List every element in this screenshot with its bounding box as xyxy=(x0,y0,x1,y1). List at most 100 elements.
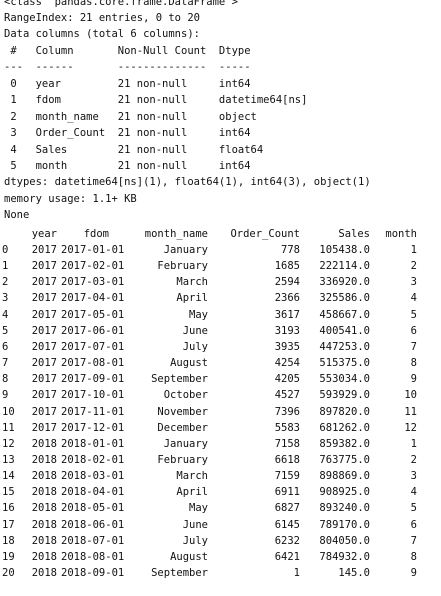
cell-index: 8 xyxy=(2,373,9,386)
cell-index: 0 xyxy=(2,244,9,256)
cell-fdom: 2018-03-01 xyxy=(61,470,125,483)
cell-year: 2018 xyxy=(31,486,57,499)
cell-index: 13 xyxy=(2,453,15,466)
column-header-fdom: fdom xyxy=(83,228,109,240)
cell-order-count: 6145 xyxy=(274,518,300,531)
cell-year: 2017 xyxy=(31,324,57,337)
cell-month: 9 xyxy=(410,567,417,579)
cell-month-name: August xyxy=(170,357,208,369)
cell-month-name: February xyxy=(157,260,208,273)
cell-sales: 898869.0 xyxy=(319,470,370,483)
cell-month: 2 xyxy=(410,453,417,466)
cell-fdom: 2018-09-01 xyxy=(61,567,125,579)
cell-fdom: 2018-02-01 xyxy=(61,453,125,466)
cell-month: 11 xyxy=(404,405,417,418)
cell-index: 7 xyxy=(2,357,9,369)
column-header-sales: Sales xyxy=(338,228,370,240)
cell-year: 2017 xyxy=(31,373,57,386)
cell-year: 2018 xyxy=(31,550,57,563)
column-header-month: month xyxy=(385,228,417,240)
cell-month-name: July xyxy=(182,534,208,547)
cell-year: 2018 xyxy=(31,437,57,450)
cell-index: 6 xyxy=(2,340,9,353)
cell-month-name: December xyxy=(157,421,208,434)
cell-sales: 784932.0 xyxy=(319,550,370,563)
cell-fdom: 2017-04-01 xyxy=(61,292,125,305)
cell-month-name: February xyxy=(157,453,208,466)
cell-sales: 222114.0 xyxy=(319,260,370,273)
cell-fdom: 2017-03-01 xyxy=(61,276,125,289)
cell-index: 11 xyxy=(2,421,15,434)
info-column-row: 2 month_name 21 non-null object xyxy=(4,111,257,123)
info-separator: --- ------ -------------- ----- xyxy=(4,61,251,73)
cell-index: 17 xyxy=(2,518,15,531)
cell-year: 2017 xyxy=(31,357,57,369)
cell-order-count: 6618 xyxy=(274,453,300,466)
cell-month-name: April xyxy=(176,486,208,499)
cell-month-name: June xyxy=(182,518,208,531)
info-column-row: 5 month 21 non-null int64 xyxy=(4,160,251,172)
info-column-row: 3 Order_Count 21 non-null int64 xyxy=(4,127,251,139)
cell-month-name: July xyxy=(182,340,208,353)
info-header: # Column Non-Null Count Dtype xyxy=(4,45,251,57)
cell-month: 6 xyxy=(410,518,417,531)
memory-usage-line: memory usage: 1.1+ KB xyxy=(4,193,137,205)
cell-order-count: 4205 xyxy=(274,373,300,386)
cell-index: 14 xyxy=(2,470,15,483)
cell-sales: 908925.0 xyxy=(319,486,370,499)
info-column-row: 1 fdom 21 non-null datetime64[ns] xyxy=(4,94,308,106)
column-header-year: year xyxy=(31,228,57,240)
cell-order-count: 1 xyxy=(293,567,300,579)
cell-month-name: June xyxy=(182,324,208,337)
cell-index: 10 xyxy=(2,405,15,418)
cell-fdom: 2017-06-01 xyxy=(61,324,125,337)
info-column-row: 0 year 21 non-null int64 xyxy=(4,78,251,90)
cell-index: 19 xyxy=(2,550,15,563)
cell-order-count: 4527 xyxy=(274,389,300,402)
cell-order-count: 7159 xyxy=(274,470,300,483)
cell-month: 10 xyxy=(404,389,417,402)
cell-month: 1 xyxy=(410,244,417,256)
cell-sales: 145.0 xyxy=(338,567,370,579)
cell-fdom: 2017-01-01 xyxy=(61,244,125,256)
cell-year: 2017 xyxy=(31,276,57,289)
cell-month-name: November xyxy=(157,405,208,418)
cell-sales: 515375.0 xyxy=(319,357,370,369)
cell-sales: 893240.0 xyxy=(319,502,370,515)
cell-month-name: May xyxy=(189,308,208,321)
cell-sales: 336920.0 xyxy=(319,276,370,289)
cell-month: 8 xyxy=(410,550,417,563)
cell-order-count: 3935 xyxy=(274,340,300,353)
cell-order-count: 7158 xyxy=(274,437,300,450)
return-value-line: None xyxy=(4,209,30,221)
notebook-output: <class 'pandas.core.frame.DataFrame'> Ra… xyxy=(0,0,441,596)
cell-order-count: 6911 xyxy=(274,486,300,499)
cell-sales: 859382.0 xyxy=(319,437,370,450)
cell-index: 20 xyxy=(2,567,15,579)
cell-fdom: 2017-09-01 xyxy=(61,373,125,386)
dtypes-line: dtypes: datetime64[ns](1), float64(1), i… xyxy=(4,176,371,188)
cell-order-count: 7396 xyxy=(274,405,300,418)
cell-year: 2017 xyxy=(31,340,57,353)
cell-year: 2017 xyxy=(31,244,57,256)
cell-order-count: 3617 xyxy=(274,308,300,321)
cell-order-count: 2366 xyxy=(274,292,300,305)
cell-year: 2017 xyxy=(31,421,57,434)
cell-order-count: 4254 xyxy=(274,357,300,369)
column-header-order-count: Order_Count xyxy=(230,228,300,240)
cell-month-name: January xyxy=(163,437,208,450)
cell-month: 3 xyxy=(410,470,417,483)
cell-fdom: 2017-08-01 xyxy=(61,357,125,369)
cell-month: 6 xyxy=(410,324,417,337)
cell-month-name: January xyxy=(163,244,208,256)
cell-order-count: 6232 xyxy=(274,534,300,547)
cell-order-count: 3193 xyxy=(274,324,300,337)
cell-order-count: 6421 xyxy=(274,550,300,563)
cell-fdom: 2018-01-01 xyxy=(61,437,125,450)
cell-fdom: 2018-05-01 xyxy=(61,502,125,515)
cell-fdom: 2018-07-01 xyxy=(61,534,125,547)
cell-index: 9 xyxy=(2,389,9,402)
cell-sales: 681262.0 xyxy=(319,421,370,434)
cell-month: 7 xyxy=(410,534,417,547)
cell-fdom: 2017-11-01 xyxy=(61,405,125,418)
